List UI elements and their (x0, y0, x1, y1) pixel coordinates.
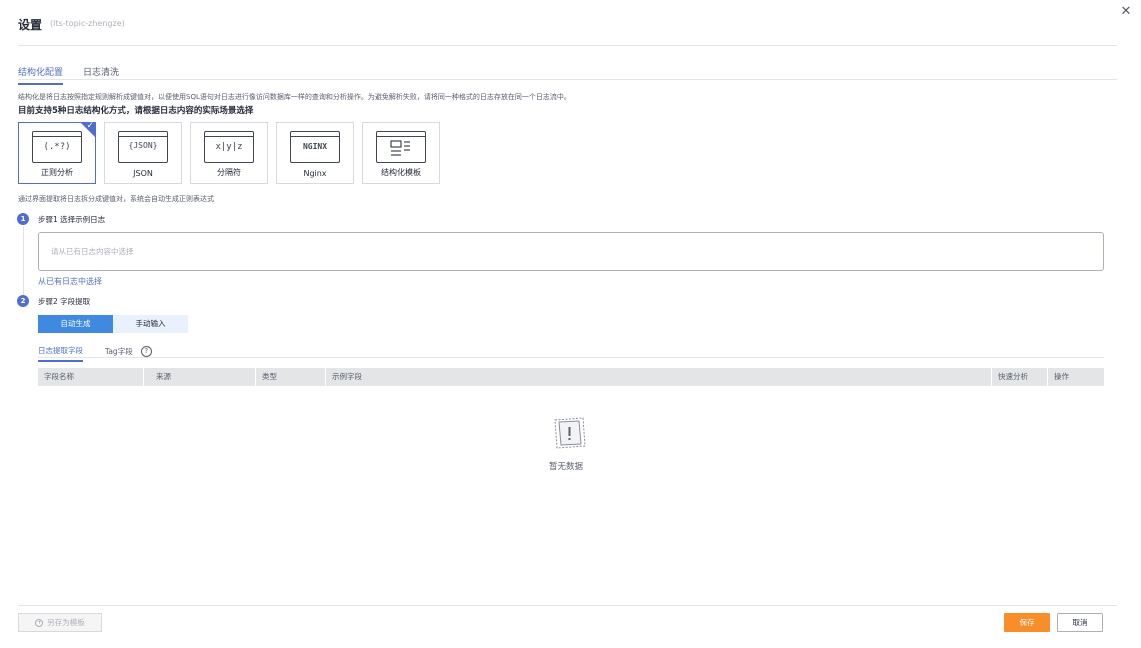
column-quick-analysis: 快速分析 (992, 368, 1048, 386)
step-1-badge: 1 (17, 213, 29, 225)
template-icon (376, 131, 426, 163)
plus-circle-icon: + (35, 619, 44, 627)
select-from-logs-link[interactable]: 从已有日志中选择 (38, 276, 102, 287)
structuring-methods: (.*?) 正则分析 ✓ {JSON} JSON x|y|z 分隔符 NGINX… (18, 121, 440, 184)
regex-hint: 通过界面提取将日志拆分成键值对，系统会自动生成正则表达式 (18, 195, 214, 203)
method-label: 分隔符 (217, 168, 241, 177)
sample-log-input[interactable]: 请从已有日志内容中选择 (38, 232, 1104, 271)
tab-structuring[interactable]: 结构化配置 (18, 65, 64, 85)
json-icon: {JSON} (118, 131, 168, 163)
step-2-label: 步骤2 字段提取 (38, 297, 91, 306)
step-1-label: 步骤1 选择示例日志 (38, 215, 106, 224)
header-divider (18, 45, 1117, 46)
empty-data-icon (554, 417, 586, 449)
manual-input-button[interactable]: 手动输入 (113, 315, 188, 333)
tab-extracted-fields[interactable]: 日志提取字段 (38, 345, 83, 362)
method-card-template[interactable]: 结构化模板 (362, 122, 440, 184)
empty-data-text: 暂无数据 (549, 462, 584, 472)
nginx-icon: NGINX (290, 131, 340, 163)
cancel-button[interactable]: 取消 (1057, 613, 1103, 632)
extract-mode-toggle: 自动生成 手动输入 (38, 315, 188, 333)
structuring-description: 结构化是将日志按照指定规则解析成键值对，以便使用SQL语句对日志进行像访问数据库… (18, 93, 571, 101)
column-source: 来源 (150, 368, 256, 386)
dialog-subtitle: (lts-topic-zhengze) (50, 19, 125, 28)
tab-log-cleaning[interactable]: 日志清洗 (83, 65, 119, 85)
save-button[interactable]: 保存 (1004, 613, 1050, 632)
column-actions: 操作 (1054, 372, 1069, 381)
method-label: 结构化模板 (381, 168, 421, 177)
close-icon[interactable]: ✕ (1119, 5, 1133, 19)
field-tabs: 日志提取字段 Tag字段 ? (38, 345, 152, 362)
method-label: 正则分析 (41, 168, 73, 177)
tabs-divider (18, 79, 1117, 80)
method-label: Nginx (303, 169, 327, 178)
support-text: 目前支持5种日志结构化方式，请根据日志内容的实际场景选择 (18, 106, 254, 116)
column-field-name: 字段名称 (38, 368, 144, 386)
footer-divider (18, 605, 1117, 606)
column-sample: 示例字段 (326, 368, 992, 386)
step-connector (23, 226, 24, 296)
dialog-title: 设置 (18, 18, 43, 32)
save-as-template-label: 另存为模板 (47, 618, 85, 627)
method-card-json[interactable]: {JSON} JSON (104, 122, 182, 184)
auto-generate-button[interactable]: 自动生成 (38, 315, 113, 333)
help-icon[interactable]: ? (140, 346, 152, 357)
check-icon: ✓ (86, 121, 94, 131)
method-label: JSON (133, 169, 153, 178)
column-type: 类型 (256, 368, 326, 386)
method-card-regex[interactable]: (.*?) 正则分析 ✓ (18, 121, 96, 184)
tab-tag-fields[interactable]: Tag字段 (105, 346, 133, 361)
fields-table-header: 字段名称 来源 类型 示例字段 快速分析 操作 (38, 368, 1104, 386)
method-card-delimiter[interactable]: x|y|z 分隔符 (190, 122, 268, 184)
step-2-badge: 2 (17, 295, 29, 307)
delimiter-icon: x|y|z (204, 131, 254, 163)
main-tabs: 结构化配置 日志清洗 (18, 65, 119, 85)
regex-icon: (.*?) (32, 131, 82, 163)
save-as-template-button[interactable]: + 另存为模板 (18, 613, 102, 632)
method-card-nginx[interactable]: NGINX Nginx (276, 122, 354, 184)
subtabs-divider (38, 357, 1104, 358)
